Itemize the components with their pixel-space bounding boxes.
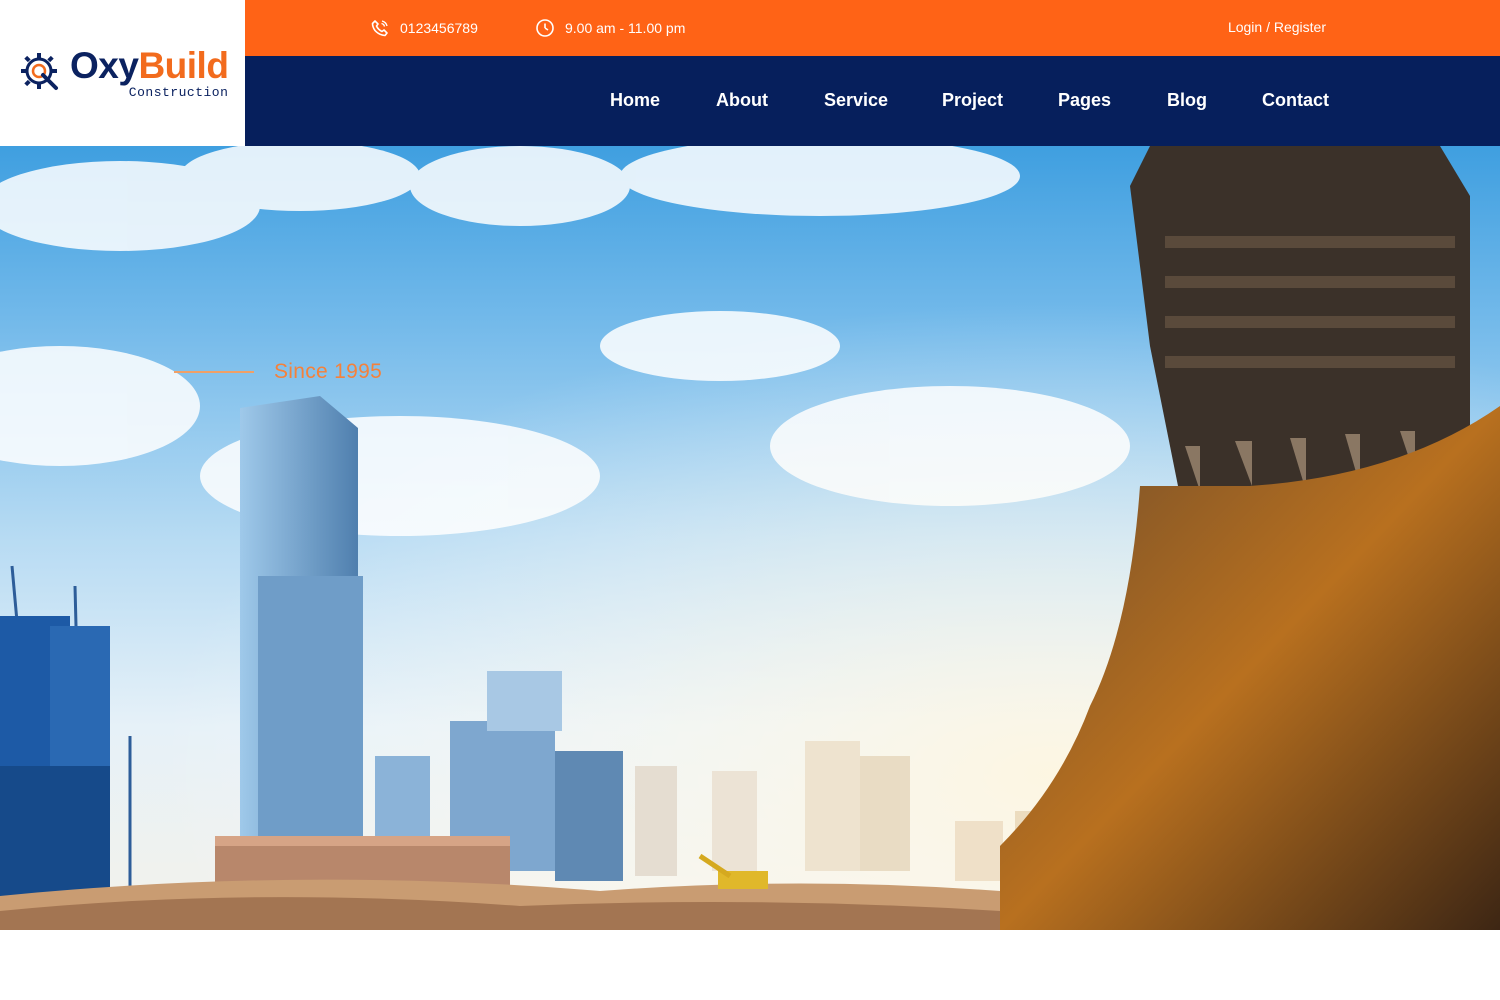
nav-contact[interactable]: Contact	[1262, 90, 1329, 111]
site-logo[interactable]: OxyBuild Construction	[0, 0, 245, 146]
phone-contact[interactable]: 0123456789	[370, 18, 478, 38]
nav-project[interactable]: Project	[942, 90, 1003, 111]
nav-service[interactable]: Service	[824, 90, 888, 111]
top-bar: 0123456789 9.00 am - 11.00 pm Login / Re…	[245, 0, 1500, 56]
login-register-link[interactable]: Login / Register	[1228, 19, 1326, 35]
phone-number: 0123456789	[400, 20, 478, 36]
opening-hours: 9.00 am - 11.00 pm	[535, 18, 685, 38]
main-nav: Home About Service Project Pages Blog Co…	[245, 56, 1500, 146]
clock-icon	[536, 19, 554, 37]
hero-background-image	[0, 146, 1500, 930]
hero-banner: Since 1995	[0, 146, 1500, 930]
since-divider-line	[174, 371, 254, 373]
logo-name-part1: Oxy	[70, 45, 139, 86]
since-tagline: Since 1995	[174, 360, 382, 384]
logo-tagline: Construction	[128, 85, 229, 100]
hours-text: 9.00 am - 11.00 pm	[565, 20, 686, 36]
logo-name-part2: Build	[138, 45, 229, 86]
since-text: Since 1995	[274, 360, 383, 383]
gear-magnifier-icon	[21, 53, 58, 90]
nav-blog[interactable]: Blog	[1167, 90, 1207, 111]
nav-home[interactable]: Home	[610, 90, 660, 111]
nav-pages[interactable]: Pages	[1058, 90, 1111, 111]
page-content-area	[0, 930, 1500, 1000]
phone-icon	[371, 20, 388, 37]
nav-about[interactable]: About	[716, 90, 768, 111]
